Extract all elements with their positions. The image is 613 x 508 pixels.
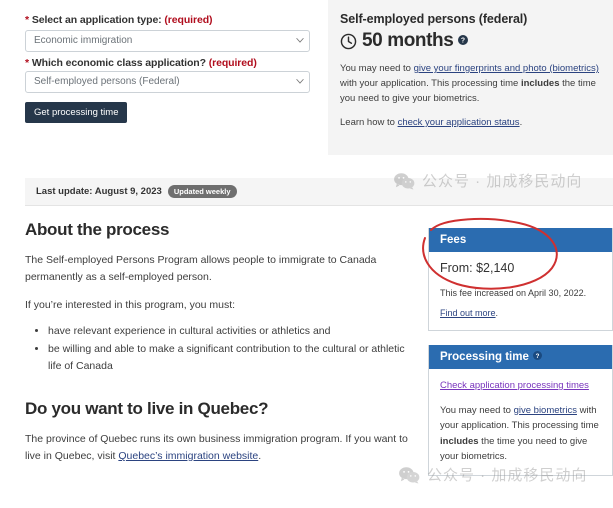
result-title: Self-employed persons (federal) [340, 12, 528, 26]
about-paragraph-1: The Self-employed Persons Program allows… [25, 254, 377, 283]
quebec-heading: Do you want to live in Quebec? [25, 399, 269, 418]
result-para1-part1: You may need to [340, 63, 414, 74]
fees-card-header: Fees [429, 228, 612, 252]
quebec-paragraph: The province of Quebec runs its own busi… [25, 431, 415, 465]
economic-class-select[interactable]: Self-employed persons (Federal) [25, 71, 310, 93]
required-star-1: * [25, 14, 29, 26]
svg-text:?: ? [461, 38, 465, 45]
result-duration-row: 50 months ? [340, 30, 599, 52]
requirements-list: have relevant experience in cultural act… [25, 323, 415, 375]
svg-text:?: ? [535, 353, 539, 360]
help-question-icon[interactable]: ? [532, 351, 543, 361]
quebec-immigration-website-link[interactable]: Quebec’s immigration website [118, 450, 258, 462]
result-biometrics-paragraph: You may need to give your fingerprints a… [340, 61, 599, 106]
fees-increase-note: This fee increased on April 30, 2022. [440, 288, 587, 298]
processing-time-result-panel: Self-employed persons (federal) 50 month… [328, 0, 613, 155]
last-update-bar: Last update: August 9, 2023 Updated week… [25, 178, 613, 206]
check-processing-times-wrap: Check application processing times [440, 378, 601, 394]
required-text-2: (required) [208, 57, 257, 69]
list-item: be willing and able to make a significan… [48, 341, 415, 375]
proc-para-part1: You may need to [440, 404, 514, 416]
application-type-label: * Select an application type: (required) [25, 14, 213, 26]
check-application-status-link[interactable]: check your application status [398, 117, 520, 128]
give-biometrics-link[interactable]: give biometrics [514, 405, 577, 416]
check-application-processing-times-link[interactable]: Check application processing times [440, 380, 589, 391]
processing-time-card-header: Processing time ? [429, 345, 612, 369]
fees-amount: From: $2,140 [440, 261, 515, 275]
economic-class-value: Self-employed persons (Federal) [34, 76, 180, 87]
application-type-label-text: Select an application type: [31, 14, 162, 26]
fees-find-out-more-wrap: Find out more. [440, 306, 601, 320]
fees-card-body: From: $2,140 This fee increased on April… [429, 252, 612, 330]
last-update-text: Last update: August 9, 2023 [36, 186, 162, 197]
result-para1-part2: with your application. This processing t… [340, 78, 521, 89]
result-status-paragraph: Learn how to check your application stat… [340, 115, 599, 130]
economic-class-label-text: Which economic class application? [31, 57, 206, 69]
processing-time-card-body: Check application processing times You m… [429, 369, 612, 475]
processing-time-card-title: Processing time [440, 351, 529, 363]
processing-time-form: * Select an application type: (required)… [0, 0, 325, 155]
about-the-process-heading: About the process [25, 220, 170, 239]
main-content-column: About the process The Self-employed Pers… [25, 220, 415, 476]
clock-icon [340, 33, 357, 50]
about-paragraph-2: If you’re interested in this program, yo… [25, 299, 236, 311]
result-duration-value: 50 months [362, 30, 454, 51]
economic-class-label: * Which economic class application? (req… [25, 57, 257, 69]
result-para1-bold: includes [520, 78, 560, 89]
required-text-1: (required) [164, 14, 213, 26]
chevron-down-icon [296, 79, 304, 86]
biometrics-link[interactable]: give your fingerprints and photo (biomet… [414, 63, 599, 74]
help-question-icon[interactable]: ? [458, 32, 469, 45]
find-out-more-suffix: . [495, 308, 499, 318]
required-star-2: * [25, 57, 29, 69]
application-type-select[interactable]: Economic immigration [25, 30, 310, 52]
list-item: have relevant experience in cultural act… [48, 323, 415, 340]
find-out-more-link[interactable]: Find out more [440, 308, 496, 318]
chevron-down-icon [296, 38, 304, 45]
fees-card: Fees From: $2,140 This fee increased on … [428, 228, 613, 331]
application-type-value: Economic immigration [34, 35, 133, 46]
quebec-para-part2: . [258, 450, 262, 462]
proc-para-bold: includes [440, 435, 479, 447]
get-processing-time-button[interactable]: Get processing time [25, 102, 128, 123]
fees-card-title: Fees [440, 234, 467, 246]
processing-time-card: Processing time ? Check application proc… [428, 345, 613, 476]
result-para2-part1: Learn how to [340, 117, 398, 128]
updated-weekly-badge: Updated weekly [167, 185, 237, 198]
processing-time-biometrics-paragraph: You may need to give biometrics with you… [440, 403, 601, 465]
result-para2-part2: . [519, 117, 523, 128]
